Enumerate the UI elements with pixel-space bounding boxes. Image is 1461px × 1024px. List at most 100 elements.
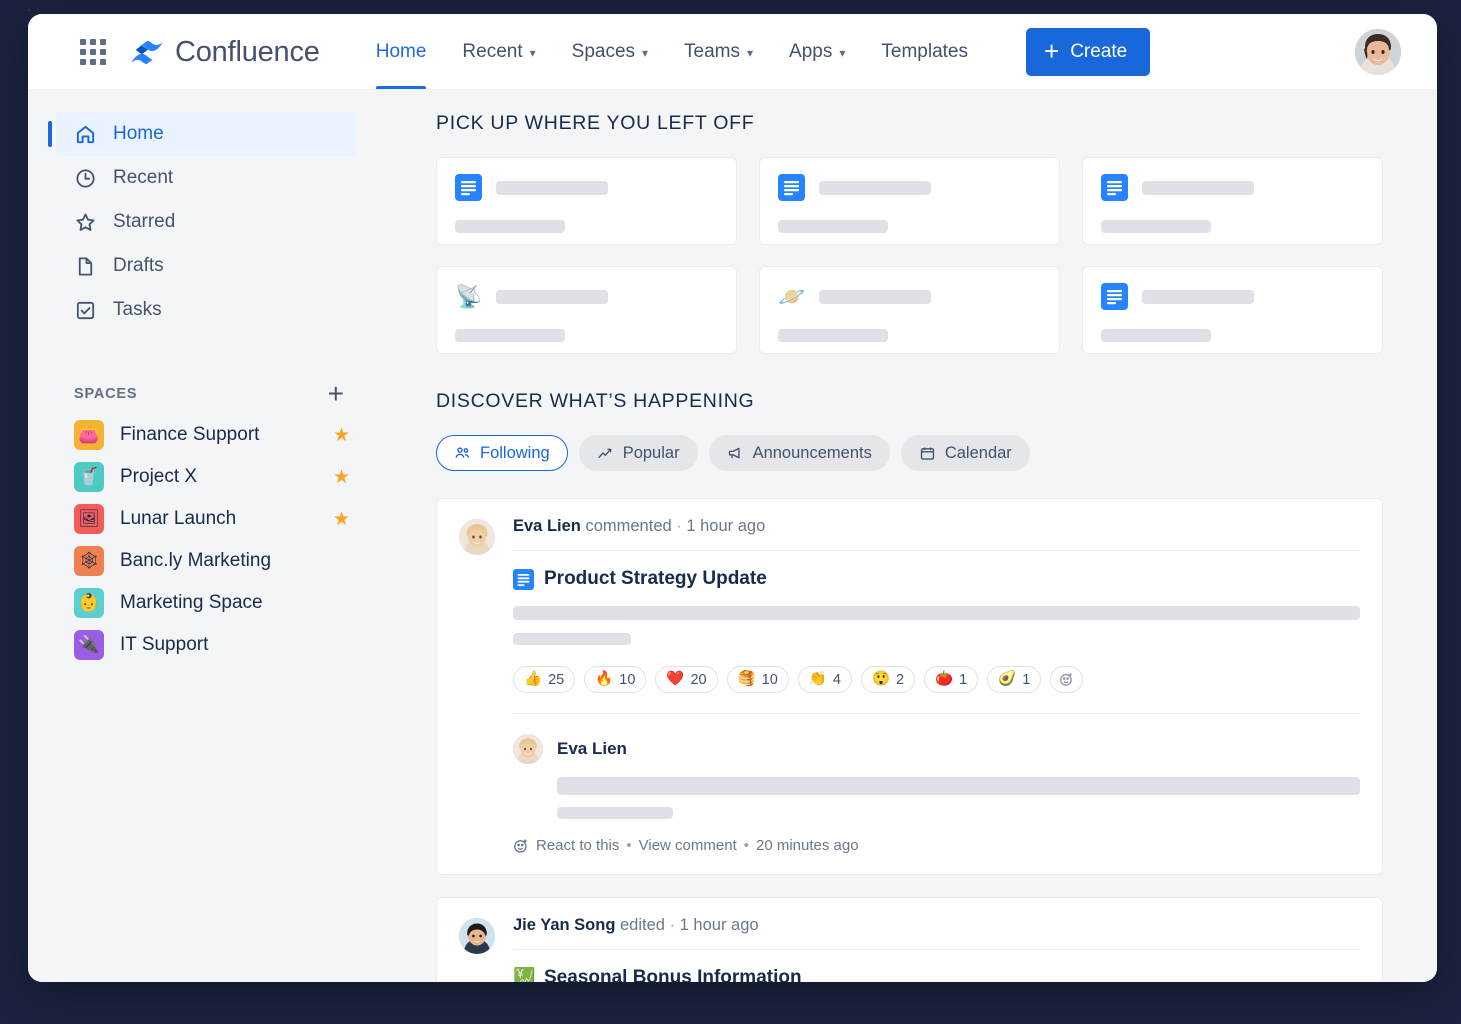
chevron-down-icon: ▾ <box>530 15 536 91</box>
nav-item-home[interactable]: Home <box>358 14 445 90</box>
meta-separator: · <box>670 916 676 934</box>
avatar-image <box>1355 29 1401 75</box>
ringed-planet-emoji-icon: 🪐 <box>778 283 805 310</box>
create-button[interactable]: + Create <box>1026 28 1150 76</box>
reaction-pill[interactable]: 👍 25 <box>513 666 575 693</box>
filter-tab-calendar[interactable]: Calendar <box>901 435 1030 471</box>
feed-author-name[interactable]: Eva Lien <box>513 517 581 535</box>
sidebar-item-tasks[interactable]: Tasks <box>56 288 356 332</box>
reaction-count: 20 <box>690 672 706 688</box>
space-cup-icon: 🥤 <box>74 462 104 492</box>
feed-page-link[interactable]: Product Strategy Update <box>513 568 1360 590</box>
sidebar-space-label: IT Support <box>120 634 208 656</box>
fire-emoji-icon: 🔥 <box>595 672 613 687</box>
apps-grid-icon[interactable] <box>80 39 106 65</box>
filter-tab-announcements-label: Announcements <box>753 444 872 463</box>
thumbs-up-emoji-icon: 👍 <box>524 672 542 687</box>
astonished-emoji-icon: 😲 <box>872 672 890 687</box>
blue-page-icon <box>1101 283 1128 310</box>
action-separator: • <box>744 837 749 854</box>
recent-page-card[interactable] <box>759 157 1060 245</box>
sidebar-space-lunar-launch[interactable]: 🖼 Lunar Launch ★ <box>74 498 350 540</box>
heart-emoji-icon: ❤️ <box>666 672 684 687</box>
feed-author-name[interactable]: Jie Yan Song <box>513 916 615 934</box>
reaction-pill[interactable]: 🔥 10 <box>584 666 646 693</box>
add-space-button[interactable]: + <box>328 380 344 408</box>
calendar-icon <box>919 445 936 462</box>
app-shell: Home Recent Starred Drafts <box>28 90 1437 982</box>
feed-item-meta: Jie Yan Song edited · 1 hour ago <box>513 916 1360 949</box>
reply-text-placeholder <box>557 777 1360 819</box>
discover-section-title: DISCOVER WHAT’S HAPPENING <box>436 390 1383 413</box>
recent-page-card[interactable] <box>1082 157 1383 245</box>
add-reaction-button[interactable] <box>1050 666 1083 693</box>
recent-page-card[interactable] <box>436 157 737 245</box>
sidebar-space-marketing-space[interactable]: 👶 Marketing Space <box>74 582 350 624</box>
nav-item-teams[interactable]: Teams ▾ <box>666 14 771 90</box>
view-comment-link[interactable]: View comment <box>639 837 737 854</box>
recent-page-card[interactable] <box>1082 266 1383 354</box>
feed-item-body: Eva Lien commented · 1 hour ago <box>513 517 1360 854</box>
divider <box>513 949 1360 950</box>
reply-author-name[interactable]: Eva Lien <box>557 739 627 759</box>
nav-item-spaces[interactable]: Spaces ▾ <box>554 14 666 90</box>
add-reaction-icon <box>1059 672 1074 687</box>
reaction-pill[interactable]: 🥞 10 <box>727 666 789 693</box>
divider <box>513 550 1360 551</box>
avatar[interactable] <box>513 734 543 764</box>
reaction-count: 10 <box>619 672 635 688</box>
feed-page-link[interactable]: 💹 Seasonal Bonus Information <box>513 967 1360 982</box>
reaction-pill[interactable]: 🥑 1 <box>987 666 1041 693</box>
nav-item-recent[interactable]: Recent ▾ <box>444 14 553 90</box>
sidebar-item-home[interactable]: Home <box>56 112 356 156</box>
filter-tab-announcements[interactable]: Announcements <box>709 435 890 471</box>
people-icon <box>454 445 471 462</box>
reaction-pill[interactable]: 👏 4 <box>798 666 852 693</box>
spaces-section-header: SPACES + <box>74 380 344 408</box>
sidebar-space-label: Finance Support <box>120 424 259 446</box>
reaction-pill[interactable]: 🍅 1 <box>924 666 978 693</box>
blue-page-icon <box>513 569 534 590</box>
main-content: PICK UP WHERE YOU LEFT OFF <box>380 90 1437 982</box>
card-subtitle-placeholder <box>1101 220 1211 233</box>
app-window: Confluence Home Recent ▾ Spaces ▾ Teams … <box>28 14 1437 982</box>
star-filled-icon[interactable]: ★ <box>333 466 350 489</box>
add-reaction-icon[interactable] <box>513 838 529 854</box>
chevron-down-icon: ▾ <box>642 15 648 91</box>
blue-page-icon <box>1101 174 1128 201</box>
reaction-pill[interactable]: ❤️ 20 <box>655 666 717 693</box>
filter-tab-following[interactable]: Following <box>436 435 568 471</box>
sidebar-space-it-support[interactable]: 🔌 IT Support <box>74 624 350 666</box>
profile-avatar-wrapper <box>1355 29 1401 75</box>
react-to-this-link[interactable]: React to this <box>536 837 619 854</box>
recent-page-card[interactable]: 📡 <box>436 266 737 354</box>
brand-name: Confluence <box>175 36 320 69</box>
sidebar-item-drafts[interactable]: Drafts <box>56 244 356 288</box>
confluence-logo[interactable]: Confluence <box>130 36 320 69</box>
card-subtitle-placeholder <box>778 329 888 342</box>
star-filled-icon[interactable]: ★ <box>333 508 350 531</box>
sidebar-space-bancly-marketing[interactable]: 🕸 Banc.ly Marketing <box>74 540 350 582</box>
nav-item-templates[interactable]: Templates <box>863 14 986 90</box>
blue-page-icon <box>455 174 482 201</box>
sidebar-item-starred[interactable]: Starred <box>56 200 356 244</box>
nav-item-apps[interactable]: Apps ▾ <box>771 14 863 90</box>
pickup-section-title: PICK UP WHERE YOU LEFT OFF <box>436 112 1383 135</box>
recent-page-card[interactable]: 🪐 <box>759 266 1060 354</box>
card-title-placeholder <box>496 290 608 304</box>
reaction-pill[interactable]: 😲 2 <box>861 666 915 693</box>
sidebar-space-finance-support[interactable]: 👛 Finance Support ★ <box>74 414 350 456</box>
avatar[interactable] <box>459 519 495 555</box>
sidebar-space-label: Lunar Launch <box>120 508 236 530</box>
card-title-placeholder <box>819 181 931 195</box>
avatar[interactable] <box>1355 29 1401 75</box>
chart-increasing-yen-emoji-icon: 💹 <box>513 968 534 983</box>
star-filled-icon[interactable]: ★ <box>333 424 350 447</box>
feed-excerpt-placeholder <box>513 606 1360 645</box>
chevron-down-icon: ▾ <box>839 15 845 91</box>
sidebar-space-project-x[interactable]: 🥤 Project X ★ <box>74 456 350 498</box>
sidebar-item-recent[interactable]: Recent <box>56 156 356 200</box>
trend-icon <box>597 445 614 462</box>
filter-tab-popular[interactable]: Popular <box>579 435 698 471</box>
avatar[interactable] <box>459 918 495 954</box>
